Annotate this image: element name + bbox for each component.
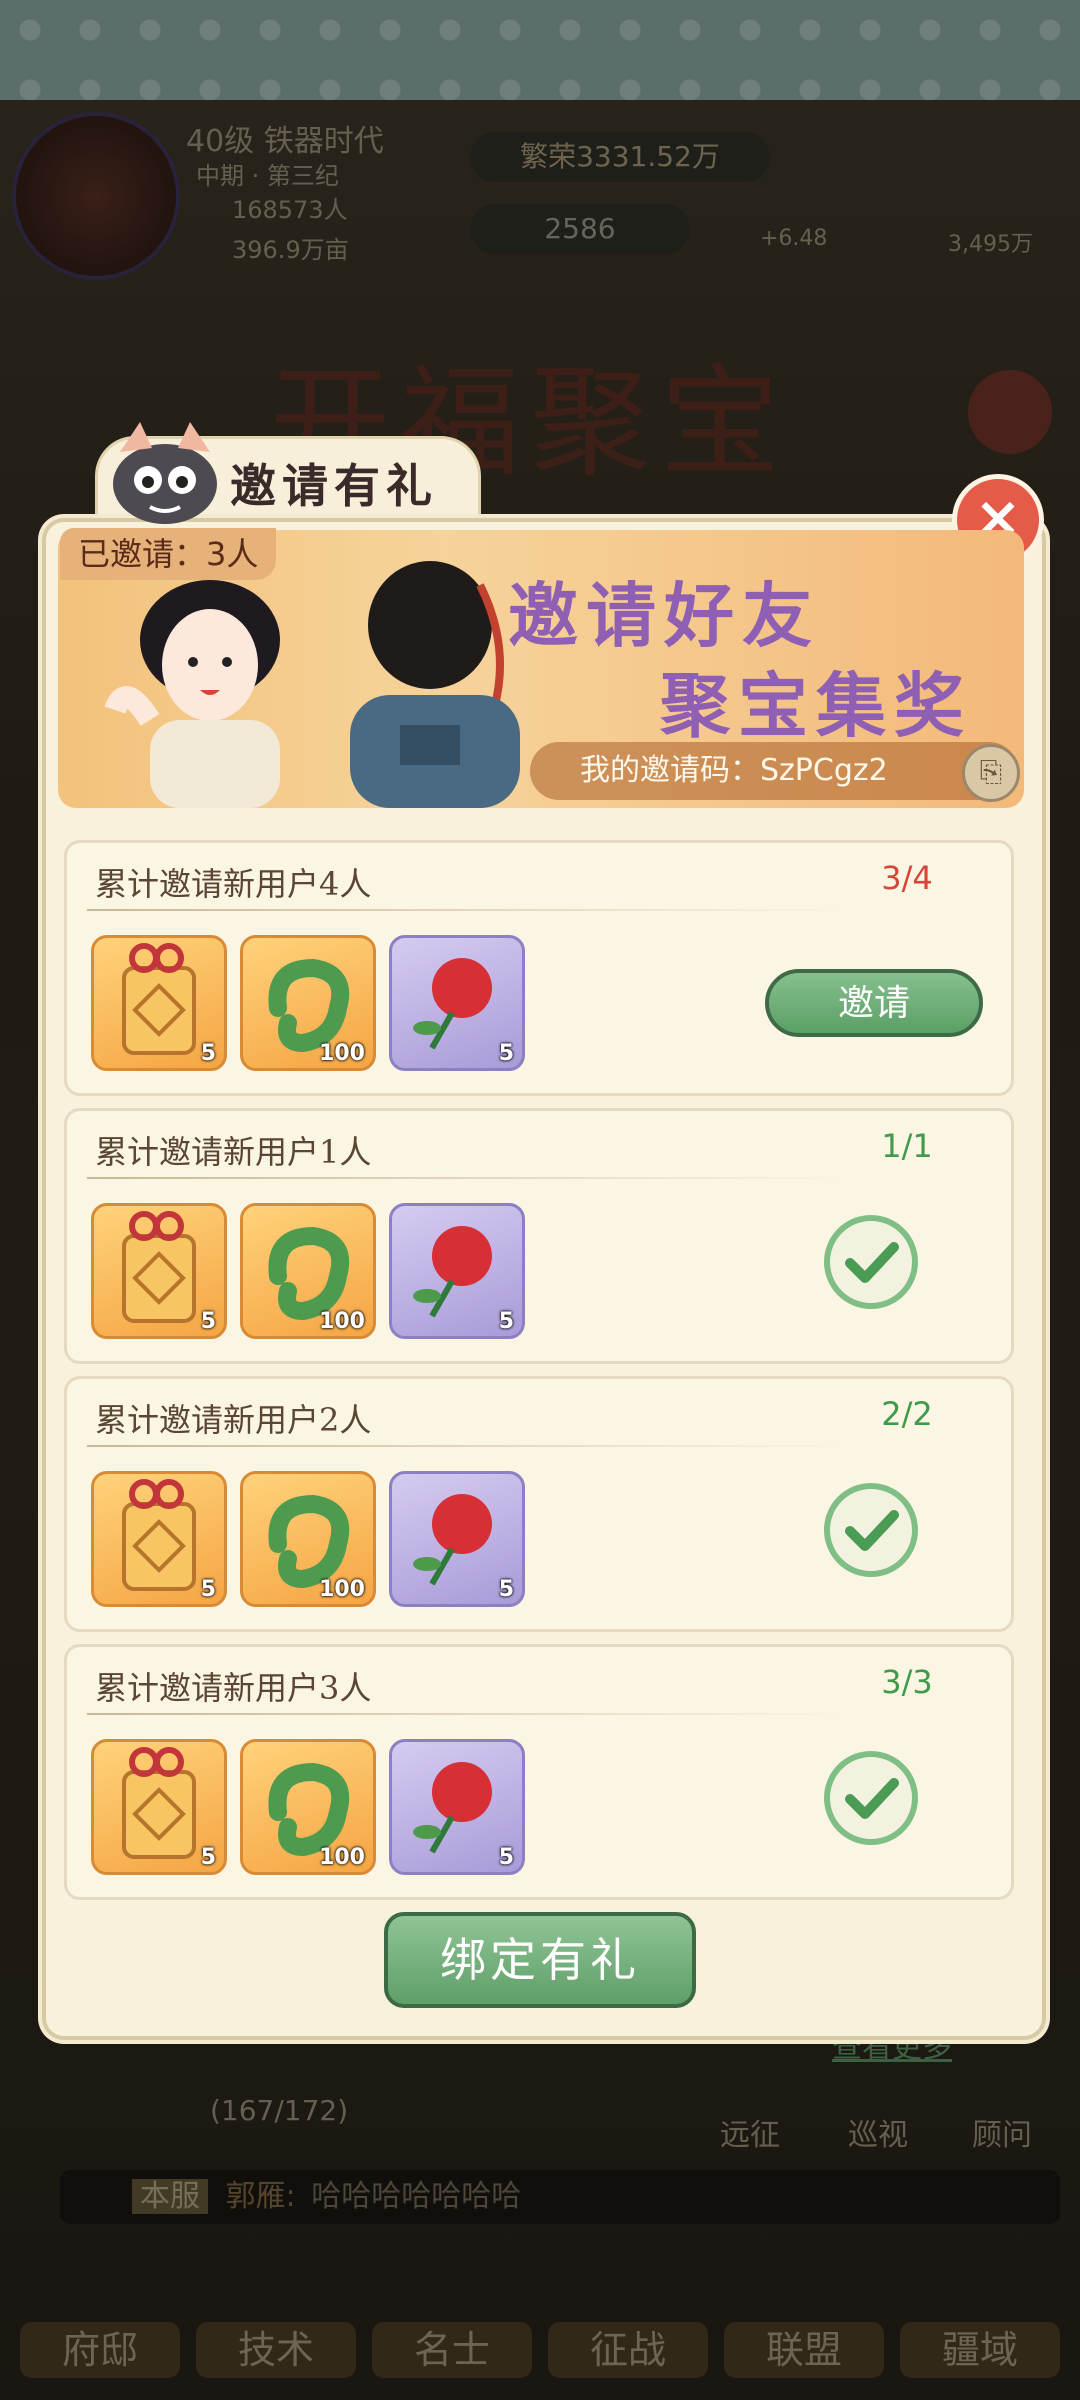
reward-jade[interactable]: 100 — [240, 1471, 376, 1607]
invite-code: 我的邀请码：SzPCgz2 — [530, 742, 1018, 800]
task-title: 累计邀请新用户3人 — [95, 1669, 372, 1707]
divider — [87, 909, 847, 911]
task-progress: 3/4 — [881, 859, 933, 897]
top-decorative-strip — [0, 0, 1080, 100]
reward-qty: 100 — [319, 1309, 365, 1334]
task-card: 累计邀请新用户4人 3/4 5 100 5 邀请 — [64, 840, 1014, 1096]
task-title: 累计邀请新用户2人 — [95, 1401, 372, 1439]
reward-jade[interactable]: 100 — [240, 1739, 376, 1875]
reward-jade[interactable]: 100 — [240, 935, 376, 1071]
reward-qty: 5 — [498, 1309, 514, 1334]
reward-qty: 5 — [200, 1041, 216, 1066]
bind-reward-button[interactable]: 绑定有礼 — [384, 1912, 696, 2008]
invite-button[interactable]: 邀请 — [765, 969, 983, 1037]
reward-jade[interactable]: 100 — [240, 1203, 376, 1339]
reward-rose[interactable]: 5 — [389, 1739, 525, 1875]
dragon-mascot-icon — [113, 422, 217, 524]
copy-icon[interactable]: ⎘ — [962, 744, 1020, 802]
task-progress: 2/2 — [881, 1395, 933, 1433]
reward-rose[interactable]: 5 — [389, 1203, 525, 1339]
task-card: 累计邀请新用户2人 2/2 5 100 5 — [64, 1376, 1014, 1632]
reward-qty: 5 — [200, 1309, 216, 1334]
girl-character-illustration — [104, 580, 280, 808]
reward-talisman[interactable]: 5 — [91, 1471, 227, 1607]
divider — [87, 1445, 847, 1447]
task-title: 累计邀请新用户4人 — [95, 865, 372, 903]
modal-title: 邀请有礼 — [230, 459, 438, 513]
reward-qty: 100 — [319, 1577, 365, 1602]
reward-talisman[interactable]: 5 — [91, 1739, 227, 1875]
banner-headline: 邀请好友 — [508, 574, 820, 657]
task-title: 累计邀请新用户1人 — [95, 1133, 372, 1171]
reward-qty: 5 — [200, 1845, 216, 1870]
reward-qty: 100 — [319, 1041, 365, 1066]
completed-check-icon — [824, 1483, 918, 1577]
reward-rose[interactable]: 5 — [389, 1471, 525, 1607]
task-card: 累计邀请新用户1人 1/1 5 100 5 — [64, 1108, 1014, 1364]
invited-count-badge: 已邀请：3人 — [60, 528, 277, 580]
completed-check-icon — [824, 1215, 918, 1309]
reward-talisman[interactable]: 5 — [91, 1203, 227, 1339]
reward-rose[interactable]: 5 — [389, 935, 525, 1071]
reward-qty: 5 — [498, 1577, 514, 1602]
reward-qty: 5 — [498, 1845, 514, 1870]
completed-check-icon — [824, 1751, 918, 1845]
reward-qty: 5 — [200, 1577, 216, 1602]
reward-qty: 5 — [498, 1041, 514, 1066]
task-progress: 1/1 — [881, 1127, 933, 1165]
task-progress: 3/3 — [881, 1663, 933, 1701]
banner-subheadline: 聚宝集奖 — [660, 664, 972, 747]
divider — [87, 1713, 847, 1715]
task-card: 累计邀请新用户3人 3/3 5 100 5 — [64, 1644, 1014, 1900]
divider — [87, 1177, 847, 1179]
reward-qty: 100 — [319, 1845, 365, 1870]
boy-character-illustration — [350, 561, 520, 808]
reward-talisman[interactable]: 5 — [91, 935, 227, 1071]
